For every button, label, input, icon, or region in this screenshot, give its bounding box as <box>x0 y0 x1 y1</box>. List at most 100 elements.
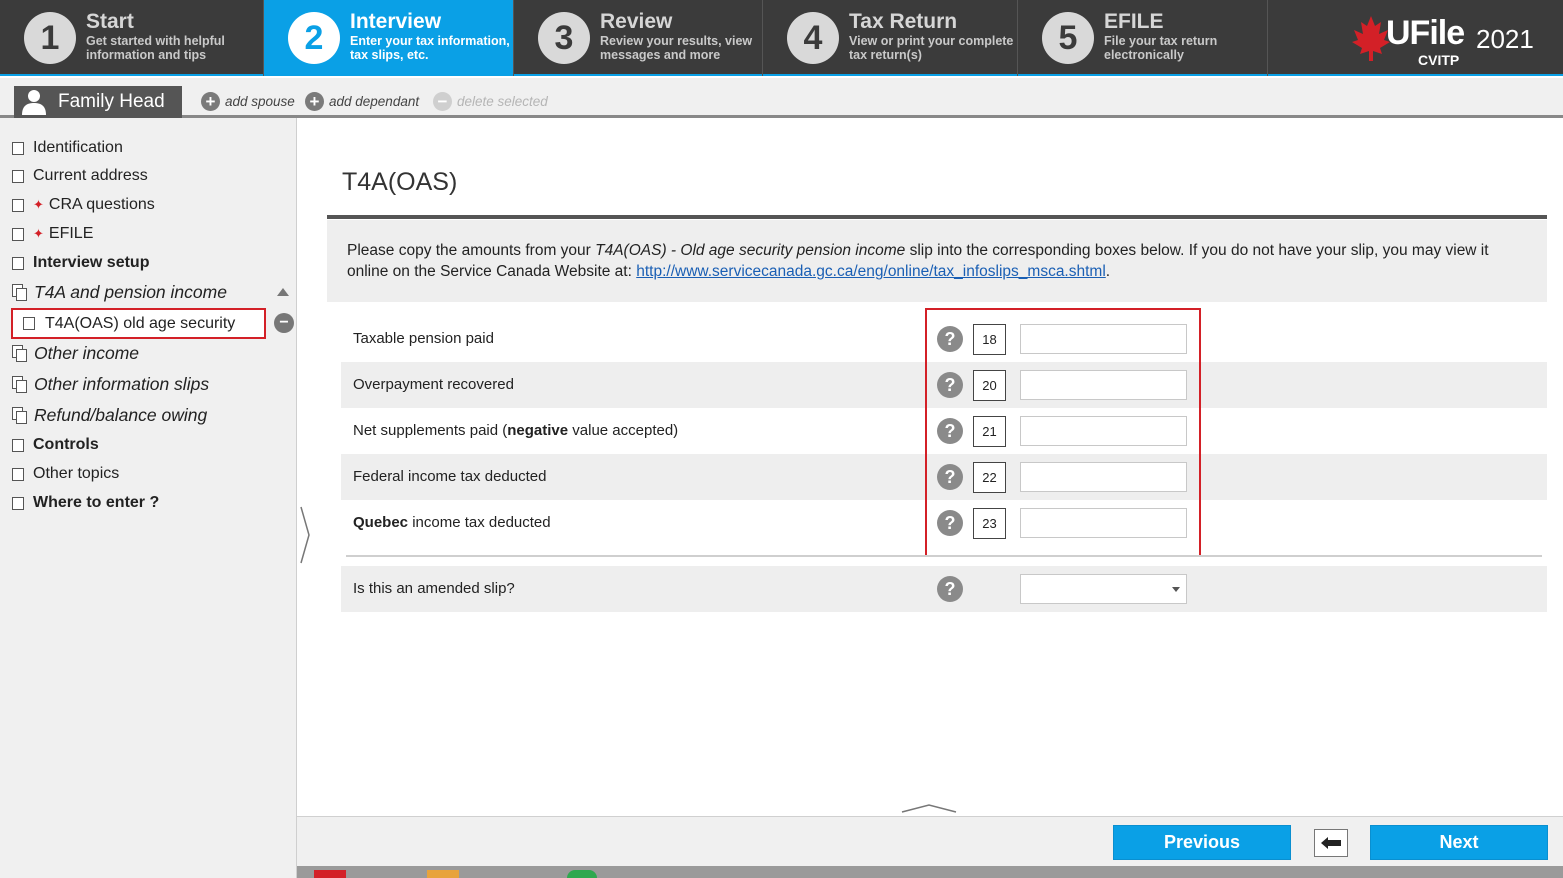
checkbox-icon <box>12 198 24 212</box>
add-spouse-label: add spouse <box>225 94 295 109</box>
step-subtitle: tax return(s) <box>849 48 922 62</box>
sidebar-item-label: Other income <box>34 343 140 363</box>
sidebar-item-cra-questions[interactable]: ✦ CRA questions <box>12 196 155 214</box>
add-dependant-button[interactable]: + add dependant <box>305 92 419 111</box>
family-head-tab[interactable]: Family Head <box>14 86 182 118</box>
step-subtitle: electronically <box>1104 48 1184 62</box>
help-icon[interactable]: ? <box>937 372 963 398</box>
step-number: 5 <box>1042 12 1094 64</box>
step-title: EFILE <box>1104 10 1164 33</box>
checkbox-icon <box>12 438 24 452</box>
multi-page-icon <box>12 376 28 393</box>
sidebar-item-label: CRA questions <box>48 196 155 213</box>
ufile-logo: UFile 2021 CVITP <box>1350 10 1550 70</box>
box-number: 21 <box>973 416 1006 447</box>
checkbox-icon <box>12 496 24 510</box>
sidebar-item-controls[interactable]: Controls <box>12 436 99 454</box>
multi-page-icon <box>12 345 28 362</box>
step-subtitle: information and tips <box>86 48 207 62</box>
step-subtitle: Enter your tax information, <box>350 34 510 48</box>
title-divider <box>327 215 1547 219</box>
delete-selected-button[interactable]: − delete selected <box>433 92 548 111</box>
step-interview[interactable]: 2 Interview Enter your tax information, … <box>264 0 514 76</box>
expand-panel-chevron-icon[interactable] <box>900 802 958 814</box>
step-subtitle: Get started with helpful <box>86 34 225 48</box>
sidebar-item-label: T4A(OAS) old age security <box>45 314 236 332</box>
sidebar-item-other-info-slips[interactable]: Other information slips <box>12 374 209 395</box>
field-label-emphasis: Quebec <box>353 514 409 531</box>
step-title: Start <box>86 10 134 33</box>
intro-text-part: Please copy the amounts from your <box>347 242 596 259</box>
sidebar-item-label: Interview setup <box>33 254 150 271</box>
sidebar-item-t4a-pension[interactable]: T4A and pension income <box>12 282 227 303</box>
collapse-arrow-icon[interactable] <box>277 288 289 296</box>
intro-text-part: . <box>1105 263 1111 280</box>
field-label-part: income tax deducted <box>408 514 551 531</box>
section-divider <box>346 555 1542 557</box>
amended-slip-select[interactable] <box>1020 574 1187 604</box>
multi-page-icon <box>12 284 28 301</box>
previous-button[interactable]: Previous <box>1113 825 1291 860</box>
sidebar-item-interview-setup[interactable]: Interview setup <box>12 254 149 272</box>
step-start[interactable]: 1 Start Get started with helpful informa… <box>0 0 264 76</box>
sidebar-item-refund-balance[interactable]: Refund/balance owing <box>12 405 207 426</box>
sidebar-item-t4a-oas[interactable]: T4A(OAS) old age security <box>11 308 266 339</box>
step-number: 4 <box>787 12 839 64</box>
sidebar-item-other-topics[interactable]: Other topics <box>12 465 119 483</box>
sidebar-item-efile[interactable]: ✦ EFILE <box>12 225 93 243</box>
bottom-nav-bar: Previous Next <box>297 816 1563 866</box>
sidebar-item-label: T4A and pension income <box>34 282 227 302</box>
taxable-pension-input[interactable] <box>1020 324 1187 354</box>
intro-text: Please copy the amounts from your T4A(OA… <box>327 220 1547 302</box>
step-title: Interview <box>350 10 442 33</box>
help-icon[interactable]: ? <box>937 326 963 352</box>
sidebar: Identification Current address ✦ CRA que… <box>0 118 297 878</box>
field-label: Quebec income tax deducted <box>353 514 551 531</box>
maple-leaf-icon: ✦ <box>33 197 44 212</box>
step-review[interactable]: 3 Review Review your results, view messa… <box>514 0 763 76</box>
overpayment-recovered-input[interactable] <box>1020 370 1187 400</box>
checkbox-icon <box>12 169 24 183</box>
status-ok-icon[interactable] <box>567 870 597 878</box>
step-title: Tax Return <box>849 10 958 33</box>
field-label-part: Net supplements paid ( <box>353 422 508 439</box>
field-label: Federal income tax deducted <box>353 468 547 485</box>
page-title: T4A(OAS) <box>342 168 458 196</box>
checkbox-icon <box>12 467 24 481</box>
status-strip <box>297 866 1563 878</box>
help-icon[interactable]: ? <box>937 510 963 536</box>
field-label-part: value accepted) <box>568 422 679 439</box>
help-icon[interactable]: ? <box>937 418 963 444</box>
remove-slip-button[interactable]: − <box>274 313 294 333</box>
sidebar-item-label: Current address <box>33 167 148 184</box>
sidebar-item-label: Other topics <box>33 465 120 482</box>
status-error-icon[interactable] <box>314 870 346 878</box>
step-subtitle: File your tax return <box>1104 34 1218 48</box>
sidebar-item-where-to-enter[interactable]: Where to enter ? <box>12 494 159 512</box>
service-canada-link[interactable]: http://www.servicecanada.gc.ca/eng/onlin… <box>636 263 1106 280</box>
help-icon[interactable]: ? <box>937 464 963 490</box>
net-supplements-input[interactable] <box>1020 416 1187 446</box>
step-subtitle: messages and more <box>600 48 721 62</box>
add-spouse-button[interactable]: + add spouse <box>201 92 295 111</box>
field-row-amended: Is this an amended slip? ? <box>341 566 1547 612</box>
field-label: Taxable pension paid <box>353 330 494 347</box>
collapse-panel-chevron-icon[interactable] <box>299 505 311 565</box>
add-dependant-label: add dependant <box>329 94 420 109</box>
help-icon[interactable]: ? <box>937 576 963 602</box>
step-tax-return[interactable]: 4 Tax Return View or print your complete… <box>763 0 1018 76</box>
sidebar-item-identification[interactable]: Identification <box>12 139 123 157</box>
plus-icon: + <box>201 92 220 111</box>
sidebar-item-label: Where to enter ? <box>33 494 160 511</box>
federal-tax-deducted-input[interactable] <box>1020 462 1187 492</box>
sidebar-item-other-income[interactable]: Other income <box>12 343 139 364</box>
sidebar-item-current-address[interactable]: Current address <box>12 167 148 185</box>
box-number: 18 <box>973 324 1006 355</box>
quebec-tax-deducted-input[interactable] <box>1020 508 1187 538</box>
step-efile[interactable]: 5 EFILE File your tax return electronica… <box>1018 0 1268 76</box>
step-title: Review <box>600 10 673 33</box>
logo-brand: UFile <box>1386 14 1465 52</box>
back-button[interactable] <box>1314 829 1348 857</box>
status-warning-icon[interactable] <box>427 870 459 878</box>
next-button[interactable]: Next <box>1370 825 1548 860</box>
